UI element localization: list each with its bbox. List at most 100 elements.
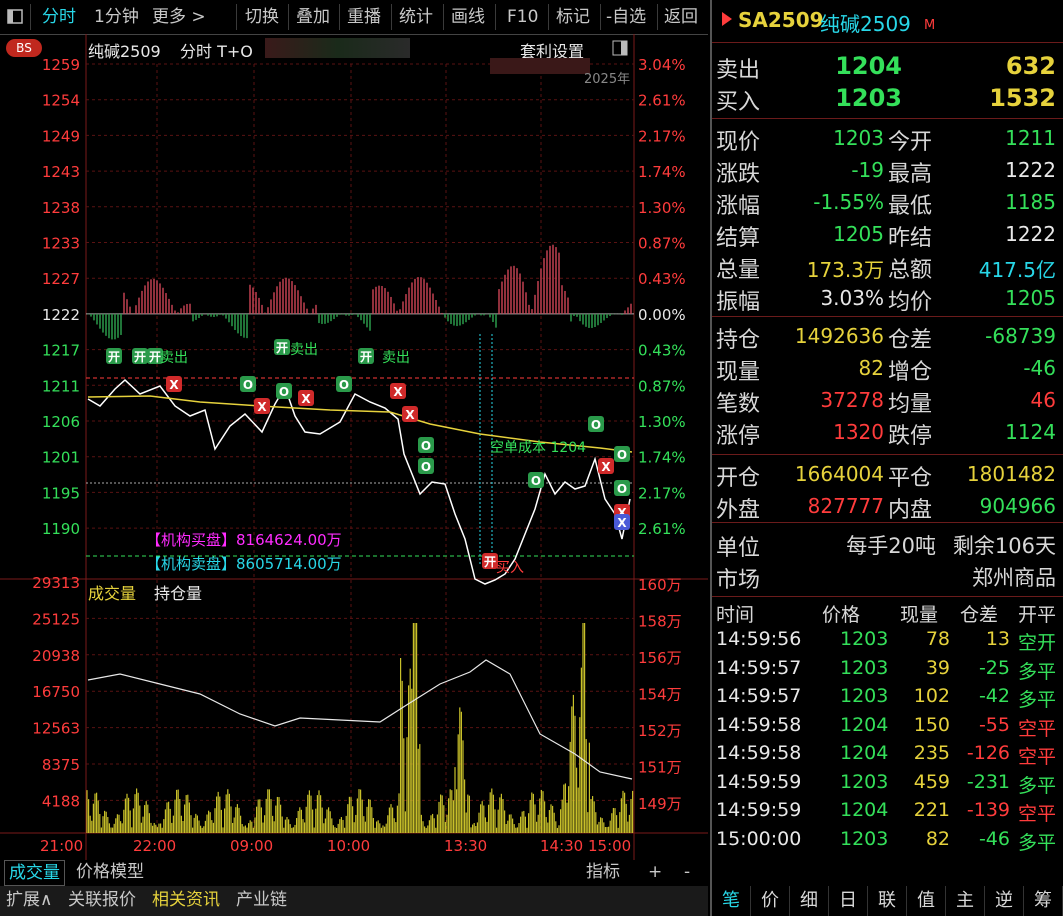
field-value: 1222 [1005,158,1056,182]
mark-button[interactable]: 标记 [556,0,590,34]
panel-toggle-icon[interactable] [612,40,628,60]
right-tab[interactable]: 主 [946,886,985,916]
volume-tick: 12563 [32,720,80,738]
institutional-buy-label: 【机构买盘】8164624.00万 [146,531,342,549]
field-value: 37278 [820,388,884,412]
right-tab[interactable]: 价 [751,886,790,916]
tick-volume: 39 [925,656,950,679]
expand-button[interactable]: 扩展∧ [6,886,52,914]
right-tab[interactable]: 值 [907,886,946,916]
bs-badge[interactable]: BS [6,39,42,57]
bottom-bar: 扩展∧ 关联报价 相关资讯 产业链 [0,886,708,916]
field-label: 外盘 [716,498,761,523]
right-tab[interactable]: 筹 [1024,886,1063,916]
right-tab[interactable]: 笔 [712,886,751,916]
pct-tick: 0.43% [638,270,686,288]
price-tick: 1206 [42,413,80,431]
field-value: 1205 [833,222,884,246]
pct-tick: 1.30% [638,199,686,217]
field-value: -1.55% [813,190,884,214]
field-label: 昨结 [888,226,933,251]
overlay-button[interactable]: 叠加 [296,0,330,34]
tick-oi-change: -126 [966,742,1010,764]
signal-marker-text: O [591,418,601,432]
window-icon[interactable] [6,0,24,34]
tick-type: 多平 [1018,660,1057,683]
field-label: 结算 [716,226,761,251]
tick-oi-change: -231 [966,770,1010,793]
tab-volume[interactable]: 成交量 [4,860,65,886]
tick-oi-change: -55 [978,713,1010,736]
field-value: -19 [851,158,884,182]
tick-time: 14:59:58 [716,742,802,764]
related-news-tab[interactable]: 相关资讯 [152,886,220,914]
date-fragment: 2025年 [584,72,631,87]
field-value: -68739 [985,324,1056,348]
price-tick: 1233 [42,235,80,253]
short-cost-label: 空单成本 1204 [490,440,587,456]
f10-button[interactable]: F10 [507,0,538,34]
tab-1min[interactable]: 1分钟 [94,0,139,34]
field-value: 46 [1030,388,1056,412]
tick-row: 14:59:59 1203 459 -231 多平 [712,771,1063,799]
time-tick-2200: 22:00 [133,837,177,855]
tab-price-model[interactable]: 价格模型 [76,860,144,884]
open-interest-label: 持仓量 [154,584,203,603]
back-button[interactable]: 返回 [664,0,698,34]
time-tick-1500: 15:00 [588,837,632,855]
signal-marker-text: 开 [276,341,288,355]
field-value: 1222 [1005,222,1056,246]
field-label: 仓差 [888,328,933,353]
zoom-in-button[interactable]: + [648,860,662,884]
field-label: 最低 [888,194,933,219]
stats-button[interactable]: 统计 [399,0,433,34]
oi-tick: 160万 [638,576,682,594]
signal-marker-text: O [531,474,541,488]
chart-area[interactable]: 1259 3.04% 1254 2.61% 1249 2.17% 1243 1.74% 1238… [0,34,708,860]
field-label: 均量 [888,392,933,417]
field-value: 904966 [979,494,1056,518]
price-tick: 1254 [42,92,80,110]
pct-tick: 2.61% [638,520,686,538]
col-volume: 现量 [900,604,939,626]
zoom-out-button[interactable]: - [684,860,690,884]
tick-volume: 459 [913,770,950,793]
tick-oi-change: -139 [966,799,1010,821]
tab-intraday[interactable]: 分时 [42,0,76,34]
chart-canvas[interactable]: 1259 3.04% 1254 2.61% 1249 2.17% 1243 1.74% 1238… [0,34,708,860]
time-tick-1430: 14:30 [540,837,584,855]
industry-chain-tab[interactable]: 产业链 [236,886,287,914]
oi-tick: 149万 [638,795,682,813]
time-tick-1000: 10:00 [327,837,371,855]
more-button[interactable]: 更多 > [152,0,206,34]
right-tab[interactable]: 逆 [985,886,1024,916]
field-value: 3.03% [820,286,884,310]
tick-time: 14:59:56 [716,628,802,650]
indicator-button[interactable]: 指标 [586,860,620,884]
draw-button[interactable]: 画线 [451,0,485,34]
bid-label: 买入 [716,90,761,115]
replay-button[interactable]: 重播 [347,0,381,34]
related-quotes-tab[interactable]: 关联报价 [68,886,136,914]
switch-button[interactable]: 切换 [245,0,279,34]
signal-marker-text: X [169,378,179,392]
pct-tick: 1.30% [638,413,686,431]
field-value: 827777 [807,494,884,518]
watchlist-button[interactable]: -自选 [606,0,646,34]
right-tab[interactable]: 联 [868,886,907,916]
volume-tick: 16750 [32,683,80,701]
chart-symbol: 纯碱2509 [88,42,161,61]
field-value: 1185 [1005,190,1056,214]
field-value: 82 [858,356,884,380]
volume-tick: 29313 [32,574,80,592]
field-value: 1205 [1005,286,1056,310]
volume-tick: 4188 [42,792,80,810]
tick-oi-change: -42 [978,685,1010,707]
tick-price: 1203 [840,656,889,679]
right-tab[interactable]: 日 [829,886,868,916]
institutional-sell-label: 【机构卖盘】8605714.00万 [146,555,342,573]
pct-tick: 0.87% [638,235,686,253]
tick-oi-change: -25 [978,656,1010,679]
right-tab[interactable]: 细 [790,886,829,916]
field-label: 振幅 [716,290,761,315]
